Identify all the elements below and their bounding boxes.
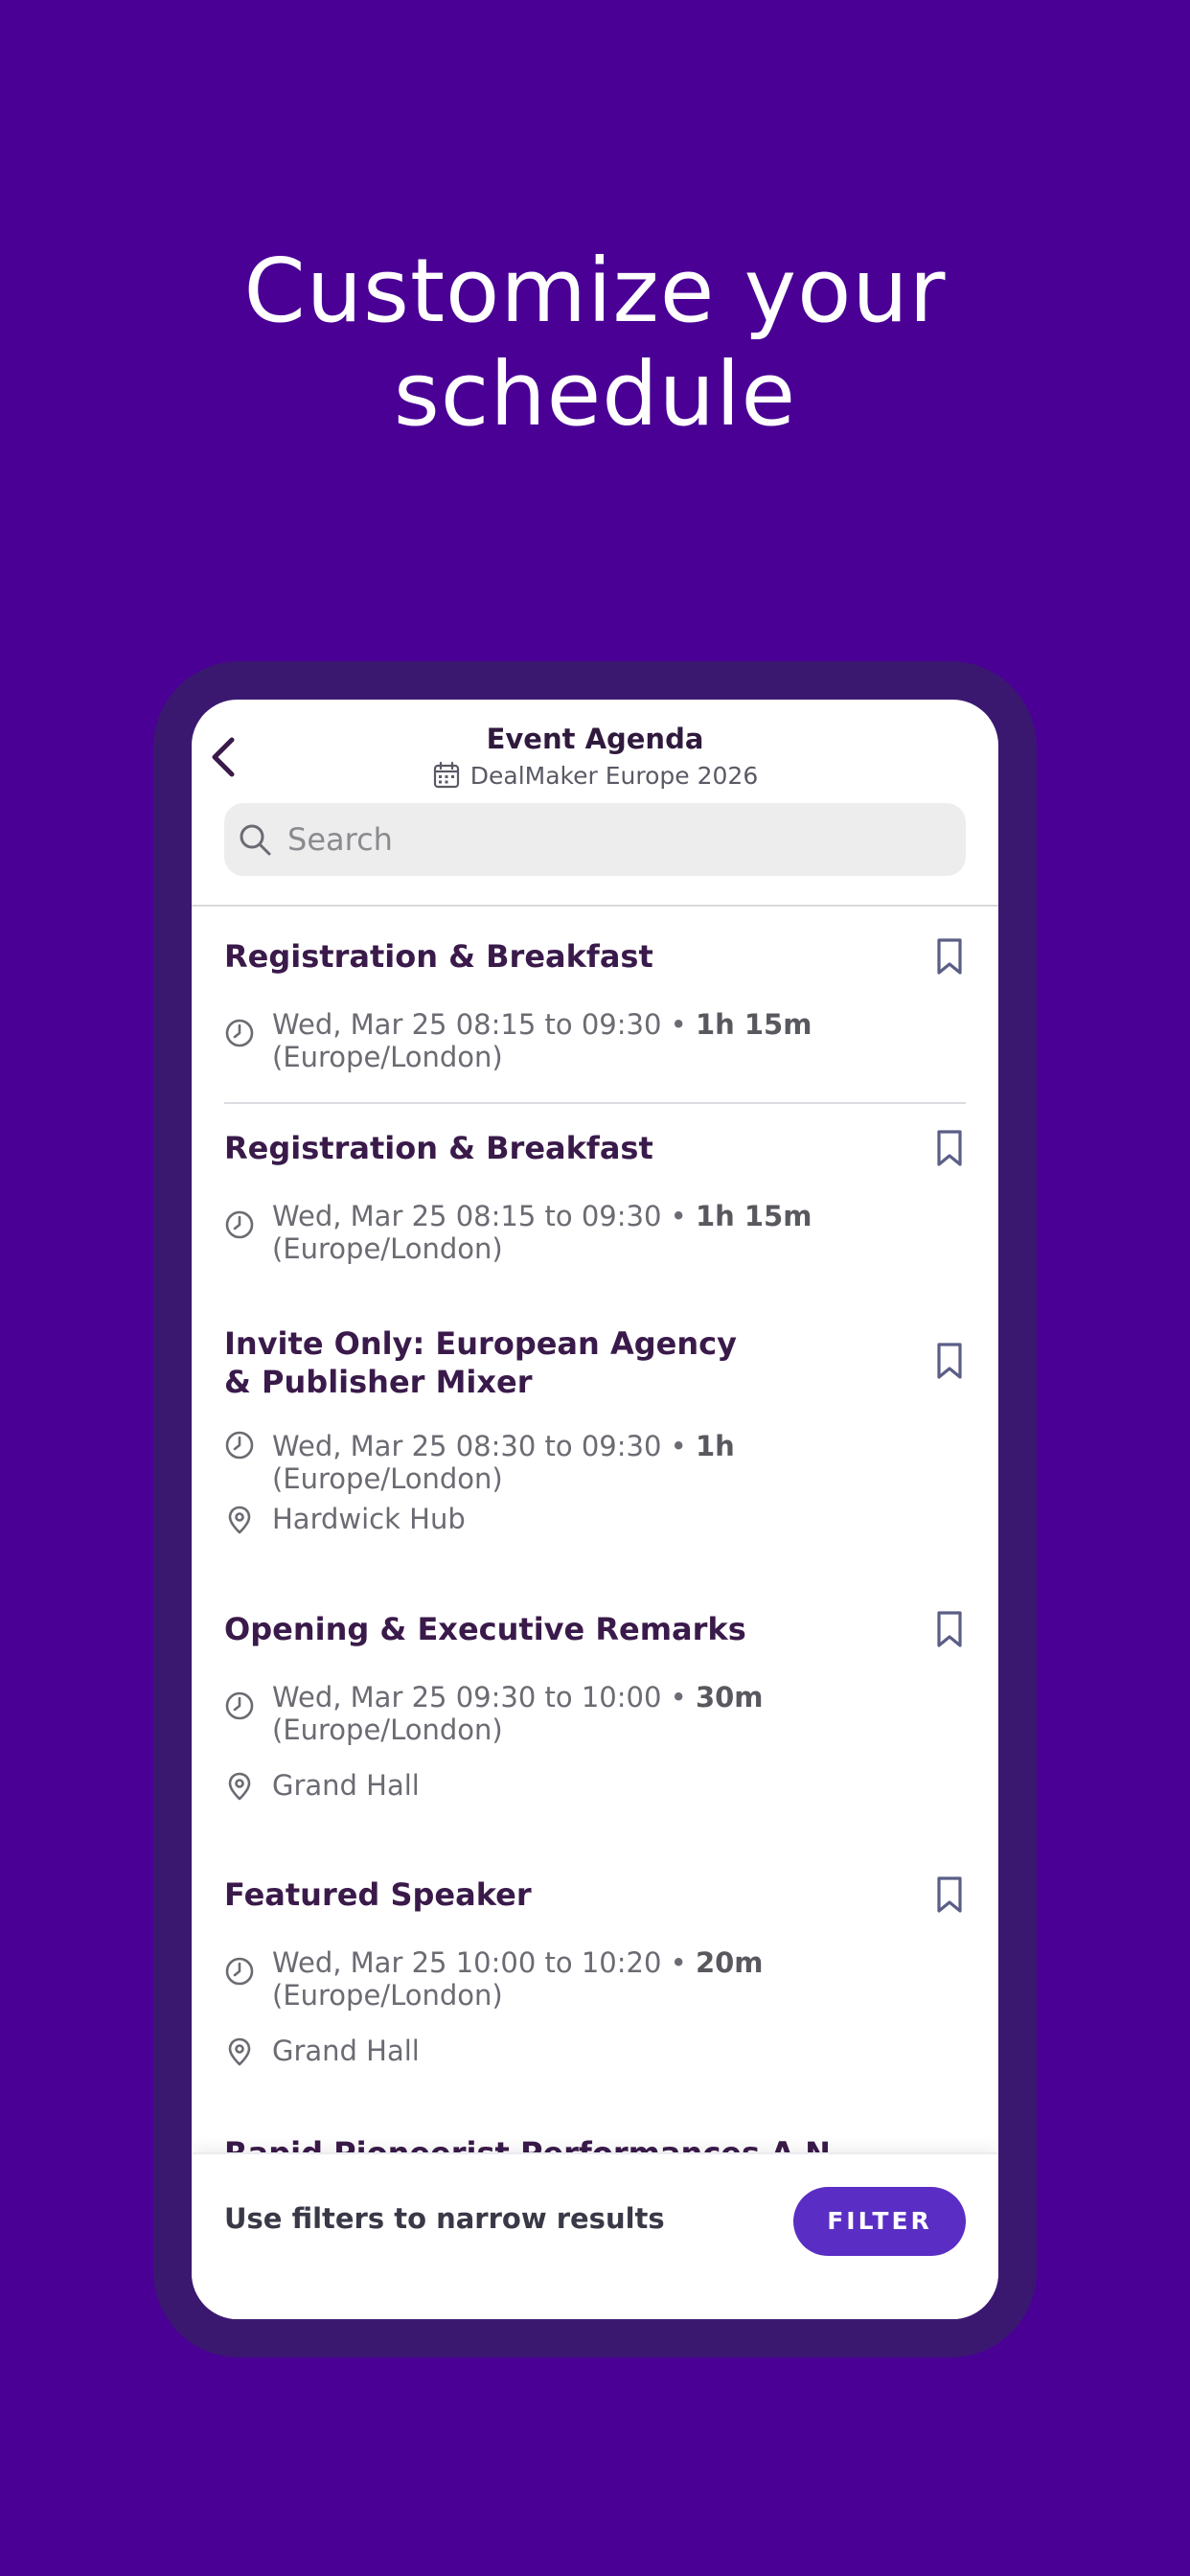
- session-duration: 1h: [695, 1430, 735, 1462]
- search-icon: [240, 824, 271, 856]
- search-bar[interactable]: [224, 803, 966, 876]
- session-title[interactable]: Invite Only: European Agency & Publisher…: [224, 1324, 761, 1401]
- map-pin-icon: [228, 1772, 251, 1801]
- session-time: Wed, Mar 25 08:15 to 09:30 • 1h 15m (Eur…: [272, 1200, 812, 1265]
- session-time: Wed, Mar 25 08:15 to 09:30 • 1h 15m (Eur…: [272, 1008, 812, 1073]
- session-location: Grand Hall: [272, 2035, 420, 2067]
- session-duration: 20m: [695, 1946, 764, 1979]
- map-pin-icon: [228, 2037, 251, 2066]
- headline-line-1: Customize your: [243, 240, 947, 342]
- app-screen: Event Agenda DealMaker Europe 2026 Searc…: [192, 700, 998, 2319]
- clock-icon: [225, 1210, 254, 1239]
- session-title[interactable]: Registration & Breakfast: [224, 1129, 837, 1167]
- page-title: Event Agenda: [486, 723, 704, 755]
- session-location: Grand Hall: [272, 1769, 420, 1802]
- headline: Customize your schedule: [0, 240, 1190, 447]
- session-time: Wed, Mar 25 10:00 to 10:20 • 20m (Europe…: [272, 1946, 764, 2012]
- session-item[interactable]: Opening & Executive Remarks Wed, Mar 25 …: [224, 1610, 966, 1830]
- session-timezone: (Europe/London): [272, 1232, 503, 1265]
- event-subtitle: DealMaker Europe 2026: [192, 761, 998, 790]
- session-title[interactable]: Registration & Breakfast: [224, 937, 837, 976]
- bookmark-icon[interactable]: [933, 1610, 966, 1648]
- clock-icon: [225, 1957, 254, 1986]
- session-timezone: (Europe/London): [272, 1462, 503, 1495]
- map-pin-icon: [228, 1506, 251, 1534]
- session-item[interactable]: Registration & Breakfast Wed, Mar 25 08:…: [224, 1129, 966, 1273]
- bookmark-icon[interactable]: [933, 1342, 966, 1380]
- bookmark-icon[interactable]: [933, 1875, 966, 1914]
- bookmark-icon[interactable]: [933, 937, 966, 976]
- search-input[interactable]: [286, 820, 941, 859]
- session-list[interactable]: Registration & Breakfast Wed, Mar 25 08:…: [192, 907, 998, 2152]
- nav-bar: Event Agenda DealMaker Europe 2026: [192, 700, 998, 805]
- session-title[interactable]: Opening & Executive Remarks: [224, 1610, 837, 1648]
- list-divider: [224, 1102, 966, 1104]
- session-title[interactable]: Featured Speaker: [224, 1875, 837, 1914]
- session-duration: 1h 15m: [695, 1200, 812, 1232]
- session-duration: 1h 15m: [695, 1008, 812, 1041]
- session-timezone: (Europe/London): [272, 1979, 503, 2012]
- headline-line-2: schedule: [393, 343, 797, 446]
- session-item[interactable]: Invite Only: European Agency & Publisher…: [224, 1324, 966, 1564]
- session-time: Wed, Mar 25 09:30 to 10:00 • 30m (Europe…: [272, 1681, 764, 1746]
- clock-icon: [225, 1019, 254, 1047]
- filter-hint: Use filters to narrow results: [224, 2202, 665, 2235]
- session-location: Hardwick Hub: [272, 1503, 466, 1535]
- clock-icon: [225, 1691, 254, 1720]
- filter-button[interactable]: FILTER: [793, 2187, 966, 2256]
- bookmark-icon[interactable]: [933, 1129, 966, 1167]
- calendar-icon: [433, 761, 459, 789]
- filter-footer: Use filters to narrow results FILTER: [192, 2152, 998, 2319]
- session-title-partial[interactable]: Rapid Pioneerist Performances A N...: [224, 2135, 865, 2152]
- clock-icon: [225, 1431, 254, 1460]
- session-time: Wed, Mar 25 08:30 to 09:30 • 1h (Europe/…: [272, 1430, 735, 1495]
- session-timezone: (Europe/London): [272, 1714, 503, 1746]
- session-timezone: (Europe/London): [272, 1041, 503, 1073]
- session-item[interactable]: Registration & Breakfast Wed, Mar 25 08:…: [224, 937, 966, 1081]
- session-duration: 30m: [695, 1681, 764, 1714]
- event-name: DealMaker Europe 2026: [469, 761, 759, 790]
- session-item[interactable]: Featured Speaker Wed, Mar 25 10:00 to 10…: [224, 1875, 966, 2096]
- phone-frame: Event Agenda DealMaker Europe 2026 Searc…: [153, 661, 1037, 2358]
